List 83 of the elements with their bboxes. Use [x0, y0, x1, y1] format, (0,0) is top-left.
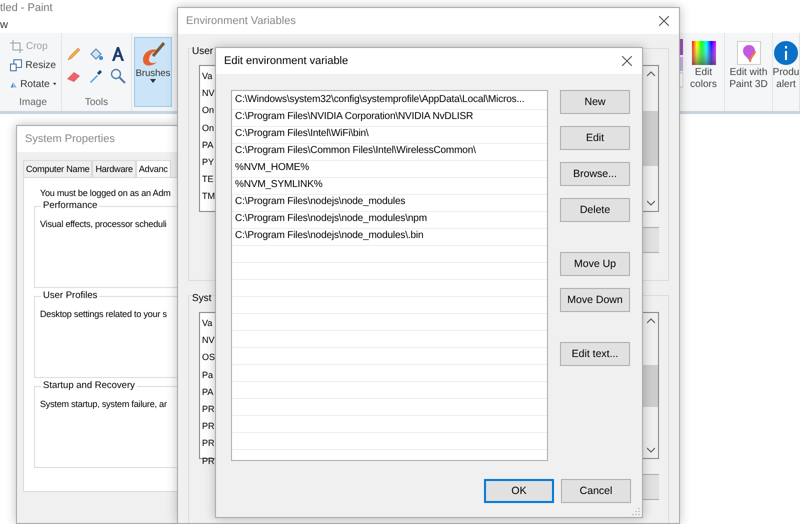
ribbon-button[interactable]: Resize — [10, 56, 56, 74]
window-title: tled - Paint — [0, 1, 54, 16]
group-title: Startup and Recovery — [41, 380, 137, 391]
tab[interactable]: Hardware — [92, 160, 136, 177]
caret-icon — [150, 79, 156, 83]
dialog-button[interactable]: Browse... — [560, 162, 630, 186]
list-row[interactable]: PA — [202, 136, 214, 154]
close-icon — [622, 56, 632, 66]
scrollbar[interactable] — [642, 313, 658, 458]
list-row[interactable]: PR — [202, 418, 215, 436]
group-title: User — [192, 46, 214, 57]
list-row[interactable]: On — [202, 120, 214, 137]
list-row[interactable]: PY — [202, 154, 214, 172]
partial-button[interactable] — [642, 474, 659, 500]
dialog-button[interactable]: Delete — [560, 198, 630, 222]
group-description: Visual effects, processor scheduli — [40, 218, 168, 229]
list-row[interactable]: NV — [202, 332, 215, 350]
dialog-button[interactable]: Move Down — [560, 288, 630, 312]
ribbon-button[interactable]: Produ alert — [773, 33, 800, 111]
group-title: Performance — [41, 200, 100, 211]
list-row[interactable]: PR — [202, 452, 215, 470]
list-row[interactable]: C:\Program Files\nodejs\node_modules\.bin — [232, 227, 547, 244]
list-row[interactable]: C:\Program Files\Intel\WiFi\bin\ — [232, 125, 547, 142]
list-row[interactable]: C:\Windows\system32\config\systemprofile\AppData\Local\Micros... — [232, 91, 547, 108]
group-label: Image — [18, 97, 48, 110]
list-row[interactable]: Va — [202, 68, 212, 86]
dialog-button[interactable]: Edit text... — [560, 342, 630, 366]
dialog-button[interactable]: New — [560, 90, 630, 114]
dialog-button[interactable]: Edit — [560, 126, 630, 150]
ribbon-button[interactable]: Edit colors — [683, 33, 725, 111]
scrollbar-thumb[interactable] — [643, 364, 658, 406]
list-row[interactable]: NV — [202, 85, 215, 102]
list-row[interactable]: PR — [202, 400, 215, 418]
resize-icon — [10, 58, 22, 72]
ribbon-button[interactable]: Edit with Paint 3D — [725, 33, 773, 111]
list-row[interactable]: OS — [202, 349, 216, 367]
window-title: Edit environment variable — [224, 55, 348, 67]
list-row[interactable]: Pa — [202, 366, 214, 384]
group-title: Syst — [192, 293, 212, 304]
path-list[interactable] — [231, 90, 548, 461]
list-row[interactable]: C:\Program Files\nodejs\node_modules — [232, 193, 547, 210]
tab[interactable]: Advanc — [136, 160, 171, 177]
list-row[interactable]: %NVM_HOME% — [232, 159, 547, 176]
window-title: System Properties — [25, 133, 115, 145]
notice-text: You must be logged on as an Adm — [39, 188, 172, 198]
dialog-button[interactable]: Cancel — [561, 479, 631, 503]
scrollbar[interactable] — [642, 66, 658, 211]
paint-3d-icon — [736, 41, 760, 65]
color-picker-icon[interactable] — [88, 68, 104, 84]
group-title: User Profiles — [41, 290, 100, 301]
menu-item[interactable]: w — [0, 18, 8, 30]
fill-bucket-icon[interactable] — [88, 46, 104, 62]
resize-grip-icon[interactable] — [632, 507, 640, 515]
tab[interactable]: Computer Name — [23, 160, 92, 177]
ribbon-button[interactable]: Rotate — [10, 76, 56, 92]
text-icon[interactable] — [110, 46, 126, 62]
list-row[interactable]: Va — [202, 315, 212, 332]
dialog-button[interactable]: OK — [484, 479, 554, 503]
partial-button[interactable] — [642, 227, 659, 253]
group-label: Tools — [84, 97, 110, 110]
caret-icon — [52, 82, 56, 86]
color-spectrum-icon — [692, 41, 716, 65]
dialog-button[interactable]: Move Up — [560, 252, 630, 276]
pencil-icon[interactable] — [66, 46, 82, 62]
list-row[interactable]: TE — [202, 171, 214, 188]
group-description: System startup, system failure, ar — [40, 398, 168, 409]
list-row[interactable]: PA — [202, 384, 214, 401]
brushes-button[interactable]: Brushes — [134, 37, 172, 107]
window-title: Environment Variables — [186, 15, 296, 27]
crop-icon — [10, 40, 23, 52]
group-description: Desktop settings related to your s — [40, 308, 168, 319]
list-row[interactable]: C:\Program Files\Common Files\Intel\WirelessCommon\ — [232, 142, 547, 159]
list-row[interactable]: TM — [202, 188, 215, 206]
list-row[interactable]: PR — [202, 435, 215, 452]
close-icon — [659, 16, 669, 26]
close-button[interactable] — [620, 54, 634, 68]
list-row[interactable]: C:\Program Files\NVIDIA Corporation\NVIDIA NvDLISR — [232, 108, 547, 125]
close-button[interactable] — [657, 14, 671, 28]
magnifier-icon[interactable] — [110, 68, 126, 84]
list-row[interactable]: C:\Program Files\nodejs\node_modules\npm — [232, 210, 547, 227]
scrollbar-thumb[interactable] — [643, 111, 658, 166]
list-row[interactable]: On — [202, 102, 214, 120]
list-row[interactable]: %NVM_SYMLINK% — [232, 176, 547, 193]
